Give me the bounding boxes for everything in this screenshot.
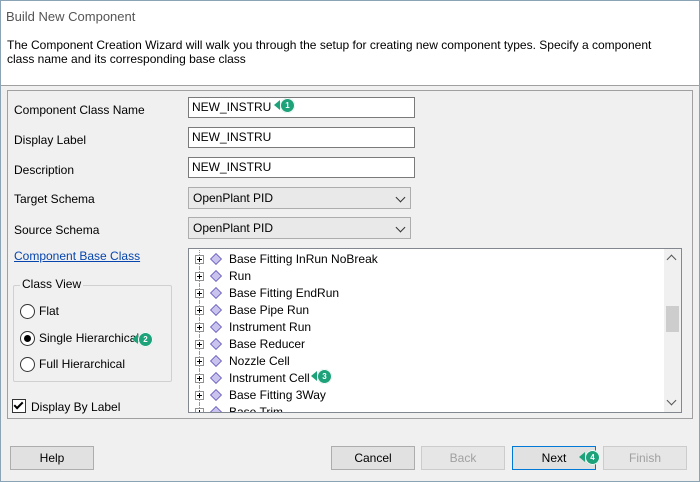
class-icon [209,388,223,402]
target-schema-select[interactable]: OpenPlant PID [188,187,411,209]
source-schema-value: OpenPlant PID [193,221,274,235]
expand-icon[interactable] [195,357,204,366]
back-button[interactable]: Back [421,446,505,470]
tree-item-label: Base Fitting 3Way [229,388,326,402]
class-icon [209,286,223,300]
class-icon [209,337,223,351]
tree-item[interactable]: Base Fitting InRun NoBreak [189,250,659,269]
tree-item-label: Instrument Run [229,320,312,334]
tree-item[interactable]: Base Pipe Run [189,301,659,320]
cancel-button[interactable]: Cancel [331,446,415,470]
source-schema-label: Source Schema [14,223,100,237]
tree-item[interactable]: Base Reducer [189,335,659,354]
class-icon [209,303,223,317]
tree-item-label: Instrument Cell [229,371,310,385]
chevron-down-icon [395,222,406,233]
class-name-label: Component Class Name [14,103,145,117]
tree-item[interactable]: Instrument Cell [189,369,659,388]
step-badge-3: 3 [317,369,332,384]
class-icon [209,371,223,385]
tree-item[interactable]: Base Fitting 3Way [189,386,659,405]
tree-item-label: Nozzle Cell [229,354,290,368]
build-new-component-dialog: Build New Component The Component Creati… [0,0,700,482]
window-title: Build New Component [6,9,136,24]
class-name-input[interactable]: NEW_INSTRU [188,97,415,118]
tree-item-label: Base Fitting InRun NoBreak [229,252,378,266]
scroll-down-icon[interactable] [666,395,677,406]
source-schema-select[interactable]: OpenPlant PID [188,217,411,239]
tree-item[interactable]: Nozzle Cell [189,352,659,371]
intro-text: The Component Creation Wizard will walk … [7,38,652,66]
scroll-up-icon[interactable] [666,254,677,265]
class-icon [209,269,223,283]
expand-icon[interactable] [195,289,204,298]
radio-button[interactable] [20,304,35,319]
class-icon [209,354,223,368]
expand-icon[interactable] [195,408,204,412]
chevron-down-icon [395,192,406,203]
target-schema-value: OpenPlant PID [193,191,274,205]
tree-scrollbar[interactable] [664,249,681,412]
help-button[interactable]: Help [10,446,94,470]
tree-item[interactable]: Run [189,267,659,286]
expand-icon[interactable] [195,323,204,332]
title-bar[interactable]: Build New Component [1,1,699,34]
class-icon [209,252,223,266]
intro-panel: The Component Creation Wizard will walk … [1,34,699,86]
display-label-label: Display Label [14,133,87,147]
radio-label: Single Hierarchical [39,331,140,345]
display-by-label-checkbox[interactable] [12,399,26,413]
description-label: Description [14,163,75,177]
tree-item[interactable]: Base Fitting EndRun [189,284,659,303]
tree-item-label: Run [229,269,252,283]
component-base-class-link[interactable]: Component Base Class [14,249,140,263]
radio-label: Flat [39,304,60,318]
check-icon [13,399,24,410]
radio-button[interactable] [20,331,35,346]
badge-pointer [274,100,280,110]
expand-icon[interactable] [195,255,204,264]
finish-button[interactable]: Finish [603,446,687,470]
expand-icon[interactable] [195,374,204,383]
class-icon [209,405,223,412]
tree-item[interactable]: Instrument Run [189,318,659,337]
tree-item-label: Base Fitting EndRun [229,286,340,300]
expand-icon[interactable] [195,306,204,315]
expand-icon[interactable] [195,391,204,400]
expand-icon[interactable] [195,272,204,281]
step-badge-1: 1 [280,98,295,113]
step-badge-2: 2 [138,332,153,347]
radio-button[interactable] [20,357,35,372]
tree-item-label: Base Trim [229,405,284,413]
scroll-thumb[interactable] [666,306,679,332]
display-by-label-label: Display By Label [31,400,121,414]
target-schema-label: Target Schema [14,192,95,206]
display-label-input[interactable]: NEW_INSTRU [188,127,415,148]
class-tree[interactable]: Base Fitting InRun NoBreak Run Base Fitt… [188,248,682,413]
radio-label: Full Hierarchical [39,357,126,371]
tree-item[interactable]: Base Trim [189,403,659,413]
tree-item-label: Base Pipe Run [229,303,310,317]
tree-item-label: Base Reducer [229,337,306,351]
class-view-title: Class View [20,277,84,291]
class-icon [209,320,223,334]
description-input[interactable]: NEW_INSTRU [188,157,415,178]
step-badge-4: 4 [585,450,600,465]
expand-icon[interactable] [195,340,204,349]
